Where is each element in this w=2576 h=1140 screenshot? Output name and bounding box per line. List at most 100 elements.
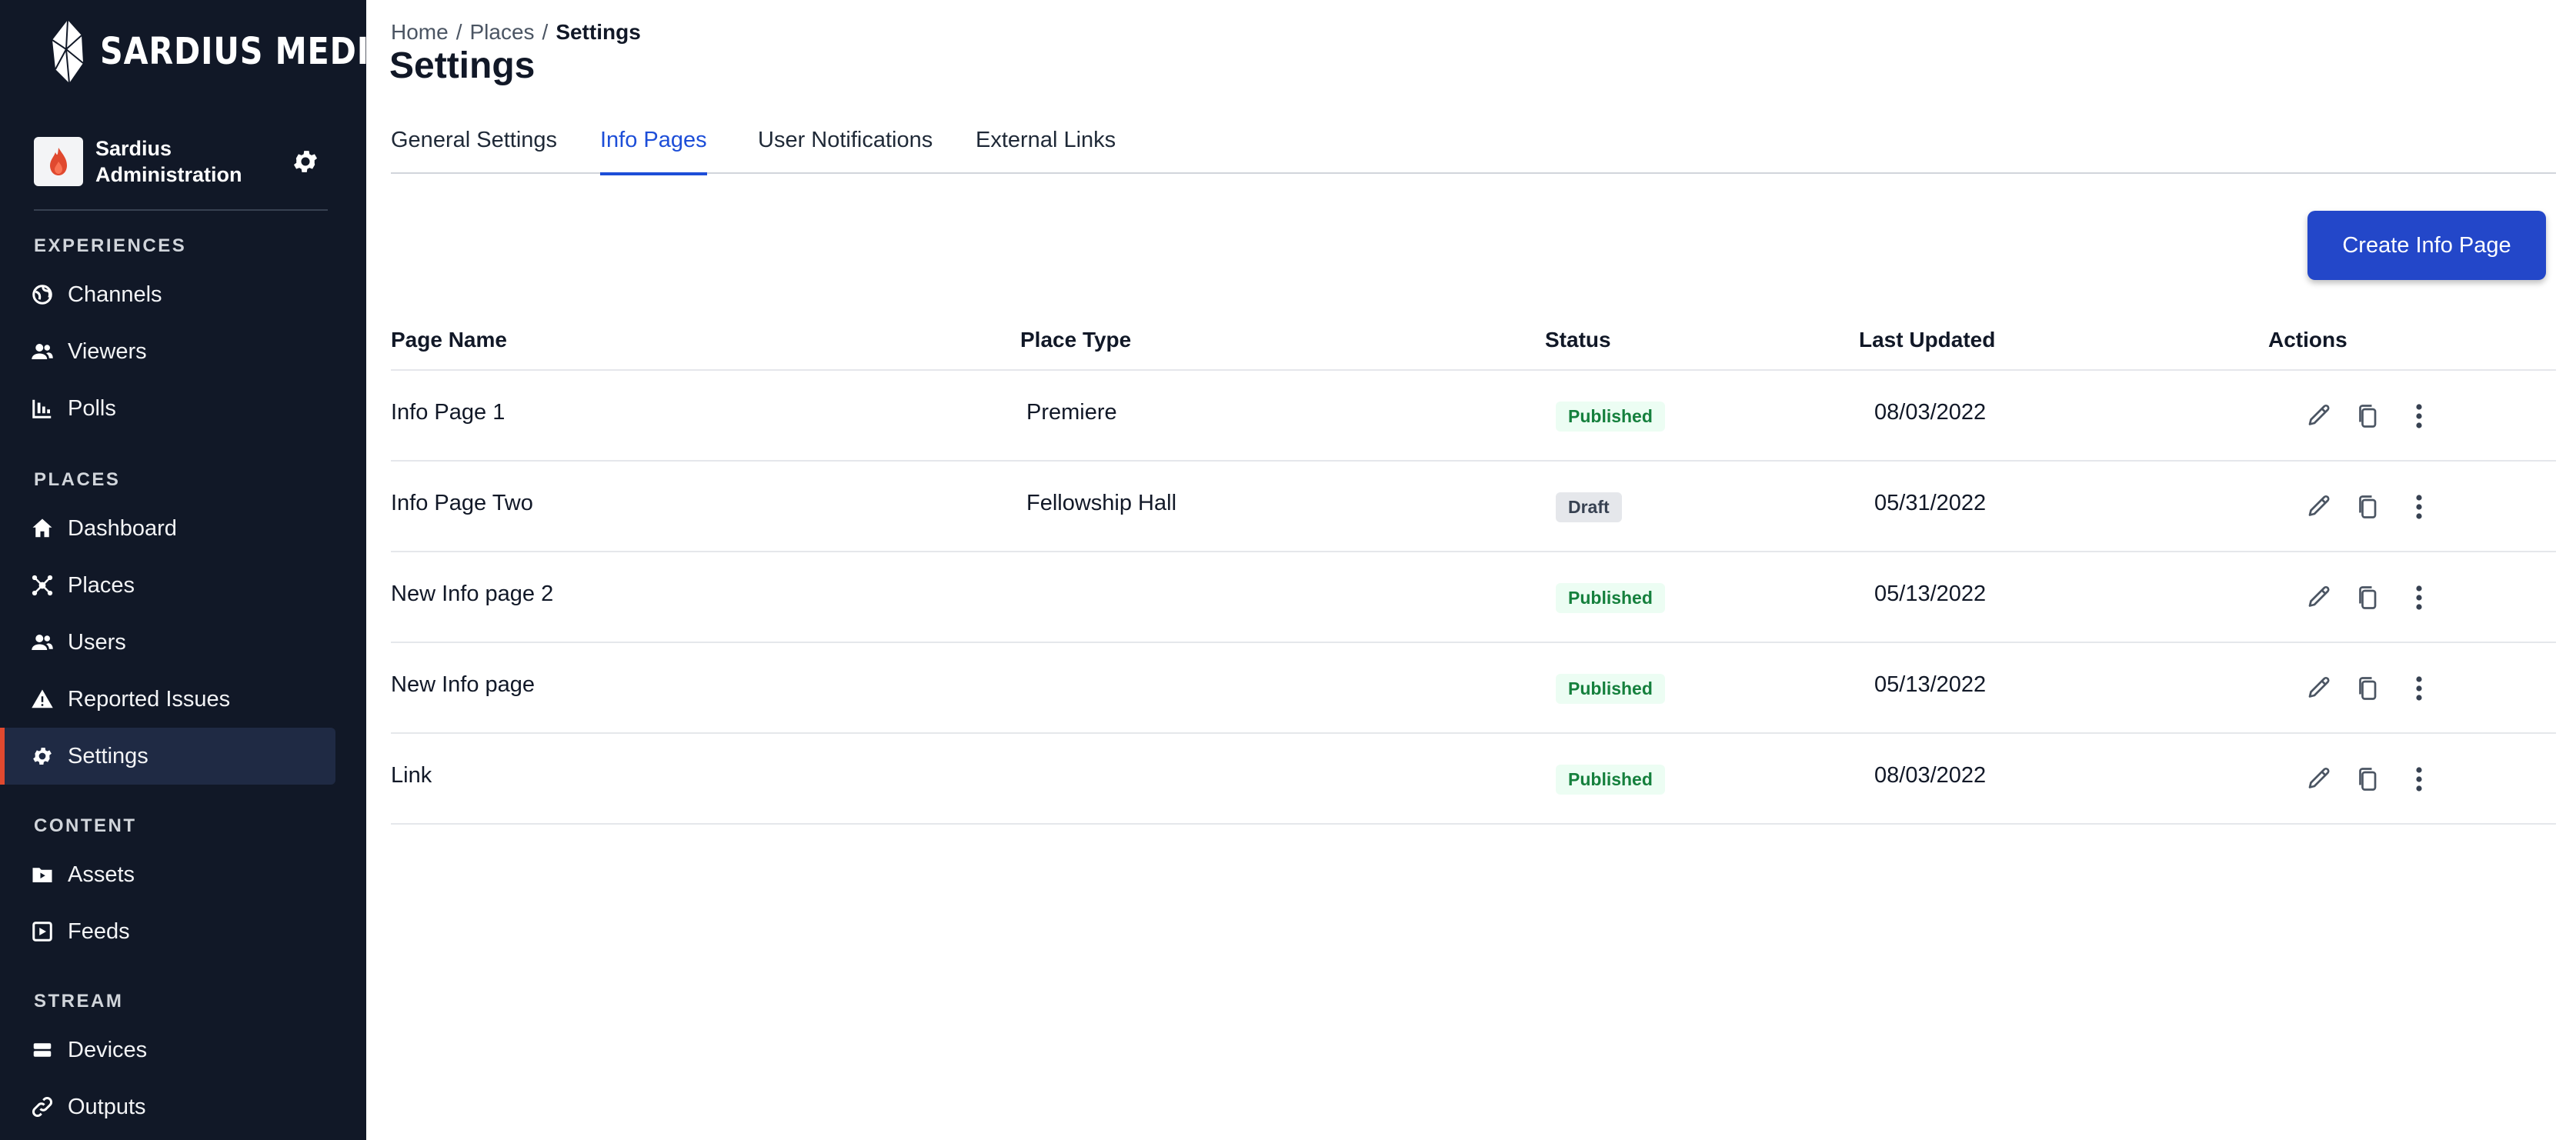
sidebar-item-label: Places bbox=[68, 572, 135, 598]
sidebar-item-label: Devices bbox=[68, 1037, 148, 1062]
column-header-place-type[interactable]: Place Type bbox=[1020, 328, 1131, 352]
cell-page-name[interactable]: Info Page 1 bbox=[391, 400, 505, 425]
more-vertical-icon bbox=[2416, 495, 2422, 519]
section-title-experiences: EXPERIENCES bbox=[34, 235, 187, 256]
more-vertical-icon bbox=[2416, 585, 2422, 610]
table-row[interactable]: New Info page Published 05/13/2022 bbox=[391, 643, 2556, 734]
more-options-button[interactable] bbox=[2404, 763, 2434, 795]
cell-last-updated: 08/03/2022 bbox=[1874, 400, 1987, 425]
table-row[interactable]: New Info page 2 Published 05/13/2022 bbox=[391, 552, 2556, 643]
create-info-page-button[interactable]: Create Info Page bbox=[2307, 211, 2546, 280]
table-row[interactable]: Info Page Two Fellowship Hall Draft 05/3… bbox=[391, 462, 2556, 552]
org-name: Sardius Administration bbox=[95, 137, 242, 186]
sidebar-item-assets[interactable]: Assets bbox=[0, 846, 335, 903]
more-options-button[interactable] bbox=[2404, 672, 2434, 705]
org-switcher[interactable]: Sardius Administration bbox=[34, 134, 328, 189]
cell-page-name[interactable]: Link bbox=[391, 763, 432, 788]
sidebar-item-viewers[interactable]: Viewers bbox=[0, 323, 335, 380]
sidebar-item-label: Settings bbox=[68, 743, 148, 768]
sidebar-item-reported-issues[interactable]: Reported Issues bbox=[0, 671, 335, 728]
breadcrumb-current: Settings bbox=[556, 20, 641, 44]
users-icon bbox=[29, 629, 55, 655]
main-content: Home / Places / Settings Settings General Se… bbox=[366, 0, 2576, 1140]
cell-last-updated: 05/31/2022 bbox=[1874, 491, 1987, 515]
more-vertical-icon bbox=[2416, 676, 2422, 701]
cell-page-name[interactable]: Info Page Two bbox=[391, 491, 533, 516]
table-row[interactable]: Link Published 08/03/2022 bbox=[391, 734, 2556, 825]
more-options-button[interactable] bbox=[2404, 400, 2434, 432]
column-header-status[interactable]: Status bbox=[1545, 328, 1611, 352]
breadcrumb-home[interactable]: Home bbox=[391, 20, 449, 44]
gear-icon[interactable] bbox=[291, 147, 320, 176]
sidebar-item-outputs[interactable]: Outputs bbox=[0, 1078, 335, 1135]
warning-icon bbox=[29, 686, 55, 712]
column-header-last-updated[interactable]: Last Updated bbox=[1859, 328, 1995, 352]
org-avatar bbox=[34, 137, 83, 186]
tab-info-pages[interactable]: Info Pages bbox=[600, 128, 707, 175]
sidebar-item-users[interactable]: Users bbox=[0, 614, 335, 671]
sidebar-item-feeds[interactable]: Feeds bbox=[0, 903, 335, 960]
sidebar-item-label: Polls bbox=[68, 395, 116, 421]
cell-place-type: Fellowship Hall bbox=[1026, 491, 1177, 515]
edit-button[interactable] bbox=[2304, 763, 2334, 795]
users-icon bbox=[29, 338, 55, 365]
section-title-stream: STREAM bbox=[34, 991, 124, 1012]
edit-button[interactable] bbox=[2304, 491, 2334, 523]
tab-external-links[interactable]: External Links bbox=[976, 128, 1116, 174]
status-badge: Published bbox=[1556, 583, 1665, 613]
folder-video-icon bbox=[29, 862, 55, 888]
cell-last-updated: 05/13/2022 bbox=[1874, 672, 1987, 697]
server-icon bbox=[29, 1037, 55, 1063]
sidebar-item-places[interactable]: Places bbox=[0, 557, 335, 614]
pencil-icon bbox=[2308, 495, 2330, 516]
table-header: Page Name Place Type Status Last Updated… bbox=[391, 315, 2556, 371]
sidebar-item-dashboard[interactable]: Dashboard bbox=[0, 500, 335, 557]
edit-button[interactable] bbox=[2304, 672, 2334, 705]
info-pages-table: Page Name Place Type Status Last Updated… bbox=[391, 315, 2556, 825]
cell-page-name[interactable]: New Info page bbox=[391, 672, 535, 698]
breadcrumb-separator: / bbox=[542, 20, 549, 44]
status-badge: Draft bbox=[1556, 492, 1622, 522]
network-icon bbox=[29, 572, 55, 598]
sidebar-item-settings[interactable]: Settings bbox=[0, 728, 335, 785]
status-badge: Published bbox=[1556, 765, 1665, 795]
cell-page-name[interactable]: New Info page 2 bbox=[391, 582, 553, 607]
table-body: Info Page 1 Premiere Published 08/03/202… bbox=[391, 371, 2556, 825]
sidebar-item-channels[interactable]: Channels bbox=[0, 266, 335, 323]
sidebar-item-polls[interactable]: Polls bbox=[0, 380, 335, 437]
breadcrumb-places[interactable]: Places bbox=[469, 20, 534, 44]
sidebar-item-label: Viewers bbox=[68, 338, 147, 364]
breadcrumb: Home / Places / Settings bbox=[391, 20, 641, 45]
breadcrumb-separator: / bbox=[455, 20, 462, 44]
copy-icon bbox=[2359, 405, 2377, 428]
duplicate-button[interactable] bbox=[2353, 582, 2384, 614]
edit-button[interactable] bbox=[2304, 582, 2334, 614]
sidebar: SARDIUS MEDIA® Sardius Administration EX… bbox=[0, 0, 404, 1140]
section-title-content: CONTENT bbox=[34, 815, 137, 836]
duplicate-button[interactable] bbox=[2353, 491, 2384, 523]
sidebar-item-label: Users bbox=[68, 629, 126, 655]
more-options-button[interactable] bbox=[2404, 491, 2434, 523]
cell-place-type: Premiere bbox=[1026, 400, 1117, 425]
section-title-places: PLACES bbox=[34, 469, 121, 490]
sidebar-item-label: Channels bbox=[68, 282, 162, 307]
play-square-icon bbox=[29, 918, 55, 945]
divider bbox=[34, 209, 328, 211]
sidebar-item-devices[interactable]: Devices bbox=[0, 1022, 335, 1078]
cell-last-updated: 05/13/2022 bbox=[1874, 582, 1987, 606]
more-options-button[interactable] bbox=[2404, 582, 2434, 614]
column-header-page-name[interactable]: Page Name bbox=[391, 328, 507, 352]
copy-icon bbox=[2359, 677, 2377, 700]
duplicate-button[interactable] bbox=[2353, 763, 2384, 795]
status-badge: Published bbox=[1556, 674, 1665, 704]
pencil-icon bbox=[2308, 404, 2330, 425]
table-row[interactable]: Info Page 1 Premiere Published 08/03/202… bbox=[391, 371, 2556, 462]
bar-chart-icon bbox=[29, 395, 55, 422]
tab-bar: General Settings Info Pages User Notific… bbox=[391, 115, 2556, 175]
tab-general-settings[interactable]: General Settings bbox=[391, 128, 557, 174]
tab-user-notifications[interactable]: User Notifications bbox=[758, 128, 933, 174]
home-icon bbox=[29, 515, 55, 542]
edit-button[interactable] bbox=[2304, 400, 2334, 432]
duplicate-button[interactable] bbox=[2353, 400, 2384, 432]
duplicate-button[interactable] bbox=[2353, 672, 2384, 705]
